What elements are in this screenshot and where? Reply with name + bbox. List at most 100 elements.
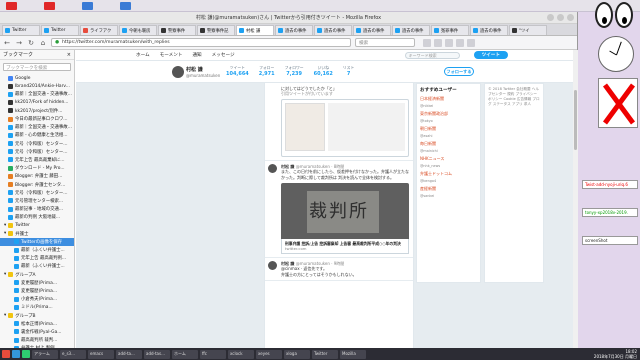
suggested-user-name[interactable]: 弁護士ドットコム	[420, 171, 477, 177]
profile-name[interactable]: 村松 謙	[186, 66, 203, 73]
browser-tab[interactable]: 過去の事件	[470, 25, 508, 35]
taskbar-task[interactable]: xloga	[284, 349, 310, 359]
taskbar-task[interactable]: Twitter	[312, 349, 338, 359]
desktop-folder-icon[interactable]	[120, 2, 131, 10]
browser-tab[interactable]: ライフアク	[80, 25, 118, 35]
bookmark-item[interactable]: 松本正博(Prima...	[0, 320, 74, 328]
bookmark-item[interactable]: 元号（令和版）センター...	[0, 189, 74, 197]
follow-button[interactable]: フォローする	[444, 67, 474, 76]
library-icon[interactable]	[434, 38, 442, 47]
terminal-launcher-icon[interactable]	[22, 350, 30, 358]
chevron-down-icon[interactable]: ▾	[4, 223, 6, 228]
bookmark-search-input[interactable]: ブックマークを検索	[3, 63, 71, 71]
terminal-window[interactable]: tonyy-xp2018v-2019.	[582, 208, 638, 217]
browser-tab[interactable]: 警察事件	[158, 25, 196, 35]
taskbar-task[interactable]: xeyes	[256, 349, 282, 359]
bookmark-item[interactable]: Blogger: 弁護士センタ...	[0, 180, 74, 188]
browser-launcher-icon[interactable]	[12, 350, 20, 358]
taskbar-task[interactable]: emacs	[88, 349, 114, 359]
suggested-user-name[interactable]: 日本経済新聞	[420, 96, 477, 102]
home-icon[interactable]: ⌂	[39, 39, 47, 47]
nav-notifications[interactable]: 通知	[192, 52, 201, 58]
bookmark-item[interactable]: 最新の判例 大阪地裁...	[0, 213, 74, 221]
profile-stat[interactable]: フォロー 2,971	[259, 65, 275, 77]
taskbar-task[interactable]: e_s3...	[60, 349, 86, 359]
browser-tab[interactable]: 過去の事件	[314, 25, 352, 35]
profile-stat[interactable]: いいね 60,162	[314, 65, 333, 77]
tweet-image[interactable]: 裁判所	[281, 183, 409, 240]
suggested-user-name[interactable]: 産経新聞	[420, 186, 477, 192]
browser-tab[interactable]: 村松 謙	[236, 25, 274, 35]
taskbar-task[interactable]: add-tas...	[144, 349, 170, 359]
bookmark-item[interactable]: 最新｜全国交通・交通事故...	[0, 123, 74, 131]
bookmark-item[interactable]: Twitterの画像を保存	[0, 237, 74, 246]
bookmark-item[interactable]: 最新 - 心の健康と生活相...	[0, 131, 74, 139]
tweet[interactable]: 村松 謙 @muramatsuken · 9時間 @cinmax · 返信先です…	[265, 258, 413, 282]
bookmark-folder[interactable]: ▾ Twitter	[0, 221, 74, 229]
bookmark-item[interactable]: 元号（令和版）センター...	[0, 140, 74, 148]
quoted-tweet[interactable]	[281, 98, 409, 157]
close-icon[interactable]: ×	[67, 52, 71, 58]
desktop-app-icon[interactable]	[44, 2, 55, 10]
search-bar[interactable]: 検索	[355, 38, 415, 47]
browser-tab[interactable]: "ツイ	[509, 25, 547, 35]
profile-stat[interactable]: リスト 7	[343, 65, 354, 77]
browser-tab[interactable]: 今朝も暖房	[119, 25, 157, 35]
desktop-folder-icon[interactable]	[82, 2, 93, 10]
bookmark-folder[interactable]: ▾ グループA	[0, 271, 74, 279]
bookmark-item[interactable]: 最新（ふくい弁護士...	[0, 262, 74, 270]
browser-tab[interactable]: Twitter	[2, 25, 40, 35]
taskbar-task[interactable]: アラーム	[32, 349, 58, 359]
bookmark-item[interactable]: 小倉秀夫(Prima...	[0, 295, 74, 303]
window-titlebar[interactable]: 村松 謙(@muramatsuken)さん | Twitterから引用付きツイー…	[0, 12, 577, 24]
bookmark-item[interactable]: 元号（令和版）センター...	[0, 148, 74, 156]
menu-icon[interactable]	[467, 38, 475, 47]
bookmark-item[interactable]: ミドル(Prima...	[0, 303, 74, 311]
footer-text[interactable]: © 2018 Twitter 会社概要 ヘルプセンター 規約 プライバシーポリシ…	[488, 87, 540, 107]
browser-tab[interactable]: Twitter	[41, 25, 79, 35]
browser-tab[interactable]: 警察事件記	[197, 25, 235, 35]
taskbar-task[interactable]: ffc	[200, 349, 226, 359]
browser-tab[interactable]: 過去の事件	[275, 25, 313, 35]
bookmark-item[interactable]: 元号管理センター検索...	[0, 197, 74, 205]
menu-launcher-icon[interactable]	[2, 350, 10, 358]
reload-icon[interactable]: ↻	[27, 39, 35, 47]
close-button[interactable]	[567, 14, 574, 21]
downloads-icon[interactable]	[423, 38, 431, 47]
addon-icon[interactable]	[456, 38, 464, 47]
terminal-window[interactable]: screenShot	[582, 236, 638, 245]
link-card[interactable]: 刑事弁護 控訴/上告 控訴審棄却 上告審 最高裁判所平成○○年の判決 twitt…	[281, 239, 409, 255]
nav-home[interactable]: ホーム	[136, 52, 150, 58]
bookmark-item[interactable]: Blogger: 弁護士 藤田...	[0, 172, 74, 180]
browser-tab[interactable]: 過去の事件	[392, 25, 430, 35]
bookmark-item[interactable]: kk2017/project/別件...	[0, 107, 74, 115]
bookmark-item[interactable]: 最新｜全国交通・交通事故...	[0, 90, 74, 98]
bookmark-folder[interactable]: ▾ グループB	[0, 311, 74, 319]
bookmark-item[interactable]: 裏金作戦(Pyal-Ga...	[0, 328, 74, 336]
browser-tab[interactable]: 冤罪事件	[431, 25, 469, 35]
chevron-down-icon[interactable]: ▾	[4, 231, 6, 236]
tweet[interactable]: に対してはどうでしたか「と」 引用ツイートが付いています	[265, 83, 413, 161]
suggested-user-name[interactable]: 朝日新聞	[420, 126, 477, 132]
sidebar-toggle-icon[interactable]	[445, 38, 453, 47]
bookmark-item[interactable]: 変更履歴(Prima...	[0, 287, 74, 295]
bookmark-item[interactable]: kk2017/Fork of hidden...	[0, 99, 74, 107]
terminal-window[interactable]: Twist-add-nyoji-uriq.6	[582, 180, 638, 189]
url-bar[interactable]: ● https://twitter.com/muramatsuken/with_…	[51, 38, 351, 47]
desktop-app-icon[interactable]	[6, 2, 17, 10]
bookmark-item[interactable]: ダウンロード - My Pro...	[0, 164, 74, 172]
taskbar-task[interactable]: ホーム	[172, 349, 198, 359]
taskbar-task[interactable]: add-ta...	[116, 349, 142, 359]
taskbar-task[interactable]: xclock	[228, 349, 254, 359]
minimize-button[interactable]	[547, 14, 554, 21]
profile-stat[interactable]: ツイート 104,664	[226, 65, 249, 77]
bookmark-item[interactable]: 変更履歴(Prima...	[0, 279, 74, 287]
bookmark-item[interactable]: 最新記事 - 地域の交通...	[0, 205, 74, 213]
bookmark-item[interactable]: 最高裁判所 裁判...	[0, 336, 74, 344]
bookmark-item[interactable]: 最新（ふくい弁護士...	[0, 246, 74, 254]
suggested-user-name[interactable]: 東京新聞政治部	[420, 111, 477, 117]
back-icon[interactable]: ←	[3, 39, 11, 47]
taskbar-clock[interactable]: 18:02 2018年7月30日 月曜日	[594, 349, 637, 359]
bookmark-item[interactable]: 今日の最新記事ロクロワ...	[0, 115, 74, 123]
twitter-search-input[interactable]: キーワード検索	[404, 51, 460, 59]
